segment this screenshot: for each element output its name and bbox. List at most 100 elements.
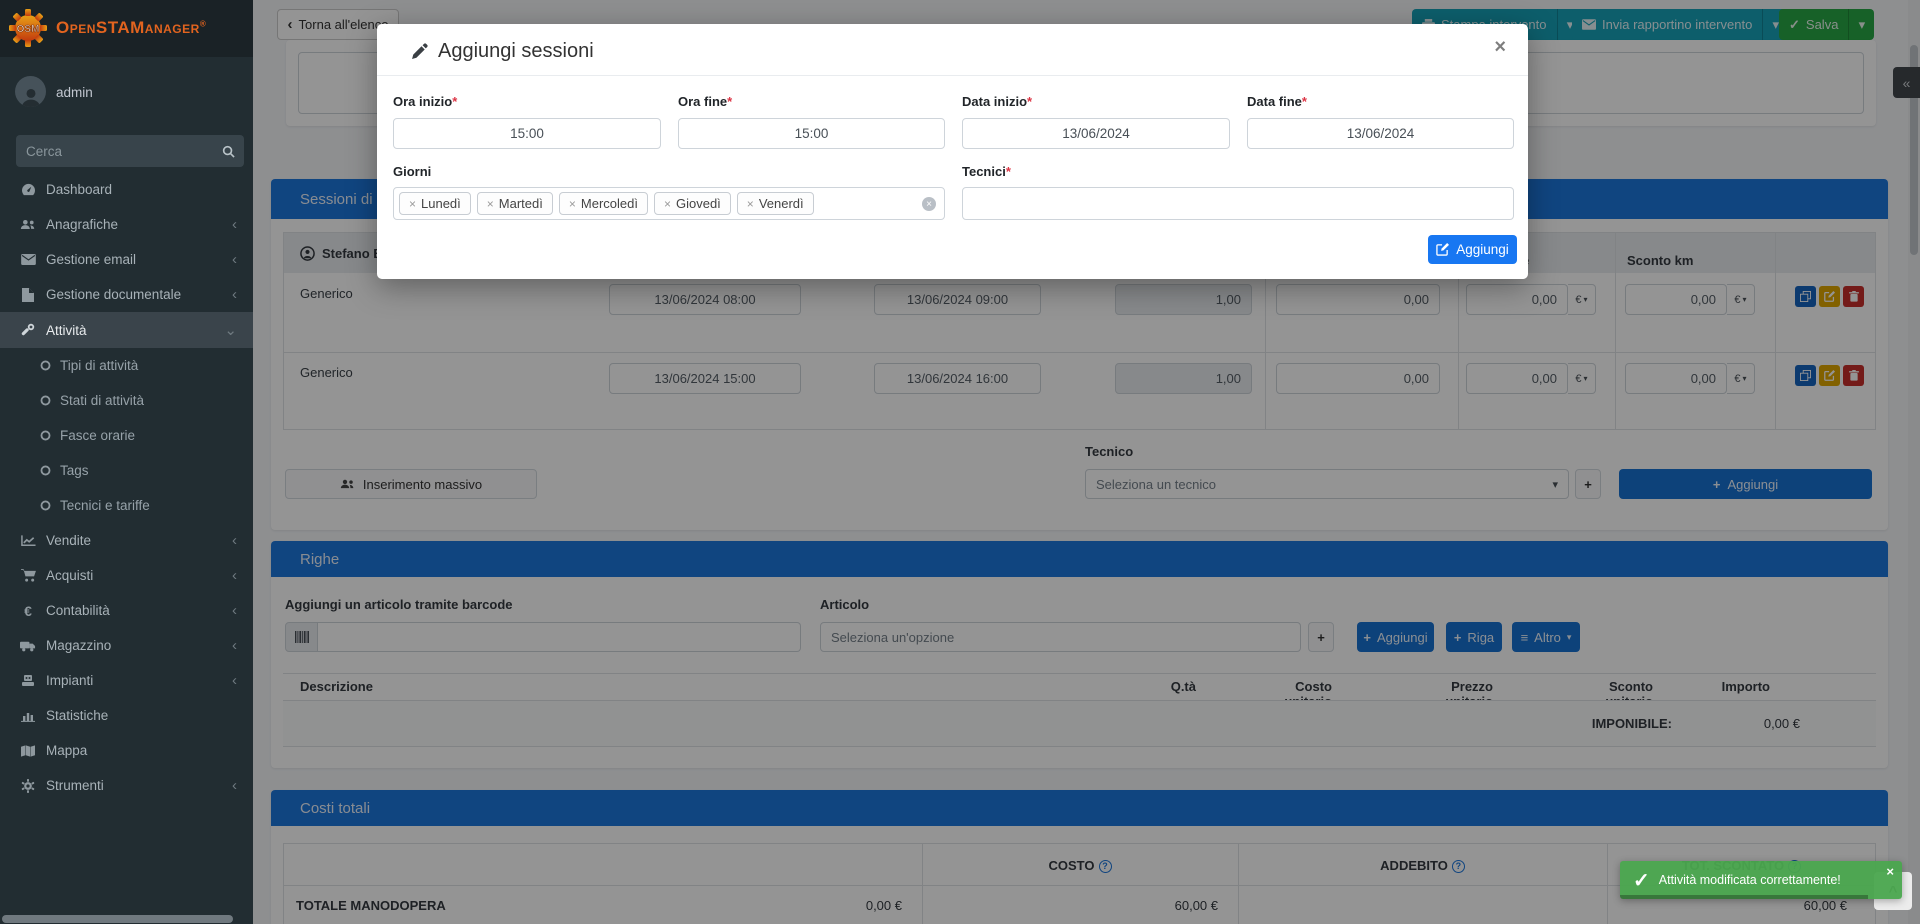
label-text: Data fine [1247, 94, 1302, 109]
search-button[interactable] [213, 135, 244, 167]
remove-tag-icon[interactable]: × [569, 197, 576, 211]
sidebar-item-label: Gestione email [46, 252, 136, 267]
circle-icon [38, 500, 52, 511]
sidebar-item-label: Mappa [46, 743, 87, 758]
tag-label: Venerdì [759, 196, 804, 211]
data-inizio-input[interactable] [962, 118, 1230, 149]
remove-tag-icon[interactable]: × [409, 197, 416, 211]
sidebar-item-mappa[interactable]: Mappa [0, 733, 253, 768]
sidebar-item-dashboard[interactable]: Dashboard [0, 172, 253, 207]
registered-mark: ® [200, 19, 206, 28]
chevron-left-icon: ‹ [232, 286, 237, 303]
sidebar-subitem-tecnici-e-tariffe[interactable]: Tecnici e tariffe [0, 488, 253, 523]
required-mark: * [452, 94, 457, 109]
remove-tag-icon[interactable]: × [487, 197, 494, 211]
sidebar-subitem-label: Stati di attività [60, 393, 144, 408]
wrench-icon [17, 323, 39, 337]
giorni-tag: × Giovedì [654, 192, 731, 215]
sidebar-horizontal-scrollbar[interactable] [2, 915, 233, 923]
chevron-left-icon: ‹ [232, 602, 237, 619]
ora-fine-label: Ora fine* [678, 94, 732, 109]
ora-fine-input[interactable] [678, 118, 945, 149]
modal-submit-button[interactable]: Aggiungi [1428, 235, 1517, 264]
euro-glyph: € [24, 603, 32, 619]
sidebar-item-acquisti[interactable]: Acquisti ‹ [0, 558, 253, 593]
sidebar-item-label: Magazzino [46, 638, 111, 653]
users-icon [17, 218, 39, 231]
pencil-icon [411, 43, 428, 60]
ora-inizio-label: Ora inizio* [393, 94, 457, 109]
check-icon: ✓ [1633, 868, 1650, 893]
sidebar-item-gestione-email[interactable]: Gestione email ‹ [0, 242, 253, 277]
giorni-tag: × Venerdì [737, 192, 814, 215]
data-inizio-label: Data inizio* [962, 94, 1032, 109]
sidebar-item-anagrafiche[interactable]: Anagrafiche ‹ [0, 207, 253, 242]
data-fine-label: Data fine* [1247, 94, 1307, 109]
tecnici-input[interactable] [962, 187, 1514, 220]
add-sessions-modal: Aggiungi sessioni × Ora inizio* Ora fine… [377, 24, 1528, 279]
giorni-tag: × Mercoledì [559, 192, 648, 215]
osm-gear-logo-icon: OSM [8, 8, 48, 48]
circle-icon [38, 430, 52, 441]
chevron-left-icon: ‹ [232, 777, 237, 794]
sidebar-item-label: Strumenti [46, 778, 104, 793]
required-mark: * [1006, 164, 1011, 179]
sidebar-item-magazzino[interactable]: Magazzino ‹ [0, 628, 253, 663]
avatar[interactable] [15, 76, 46, 107]
sidebar-subitem-tipi-di-attivita[interactable]: Tipi di attività [0, 348, 253, 383]
sidebar-item-vendite[interactable]: Vendite ‹ [0, 523, 253, 558]
chart-line-icon [17, 535, 39, 547]
toast-close-button[interactable]: × [1886, 864, 1894, 879]
tag-label: Giovedì [676, 196, 721, 211]
giorni-label: Giorni [393, 164, 431, 179]
sidebar-subitem-fasce-orarie[interactable]: Fasce orarie [0, 418, 253, 453]
sidebar-item-strumenti[interactable]: Strumenti ‹ [0, 768, 253, 803]
remove-tag-icon[interactable]: × [747, 197, 754, 211]
clear-all-icon[interactable]: × [922, 197, 936, 211]
logo-bar[interactable]: OSM OpenSTAManager® [0, 0, 253, 57]
app-title: OpenSTAManager® [56, 18, 206, 38]
sidebar-item-statistiche[interactable]: Statistiche [0, 698, 253, 733]
ora-inizio-input[interactable] [393, 118, 661, 149]
giorni-tag: ×Lunedì [399, 192, 471, 215]
chevron-left-icon: ‹ [232, 216, 237, 233]
euro-icon: € [17, 603, 39, 619]
modal-title-text: Aggiungi sessioni [438, 40, 594, 63]
machine-icon [17, 674, 39, 687]
sidebar: OSM OpenSTAManager® admin Dashboard Anag… [0, 0, 253, 924]
label-text: Tecnici [962, 164, 1006, 179]
modal-close-button[interactable]: × [1494, 36, 1506, 59]
sidebar-item-impianti[interactable]: Impianti ‹ [0, 663, 253, 698]
cart-icon [17, 569, 39, 582]
app-name: OpenSTAManager [56, 18, 200, 37]
sidebar-item-label: Acquisti [46, 568, 93, 583]
person-icon [20, 87, 42, 107]
sidebar-item-label: Contabilità [46, 603, 110, 618]
tag-label: Mercoledì [581, 196, 638, 211]
sidebar-item-attivita[interactable]: Attività ⌄ [0, 312, 253, 348]
toast-progress-bar [1620, 895, 1868, 899]
divider [377, 75, 1528, 76]
required-mark: * [1027, 94, 1032, 109]
sidebar-subitem-label: Fasce orarie [60, 428, 135, 443]
toast-notification: ✓ Attività modificata correttamente! × [1620, 861, 1902, 899]
sidebar-subitem-stati-di-attivita[interactable]: Stati di attività [0, 383, 253, 418]
file-icon [17, 288, 39, 302]
sidebar-subitem-label: Tecnici e tariffe [60, 498, 150, 513]
giorni-multiselect[interactable]: ×Lunedì ×Martedì ×Mercoledì ×Giovedì ×Ve… [393, 187, 945, 220]
toast-message: Attività modificata correttamente! [1659, 873, 1841, 887]
label-text: Ora fine [678, 94, 727, 109]
envelope-icon [17, 254, 39, 265]
sidebar-item-label: Impianti [46, 673, 93, 688]
sidebar-item-gestione-documentale[interactable]: Gestione documentale ‹ [0, 277, 253, 312]
sidebar-subitem-tags[interactable]: Tags [0, 453, 253, 488]
remove-tag-icon[interactable]: × [664, 197, 671, 211]
label-text: Ora inizio [393, 94, 452, 109]
search-input[interactable] [16, 144, 213, 159]
sidebar-item-contabilita[interactable]: € Contabilità ‹ [0, 593, 253, 628]
chevron-left-icon: ‹ [232, 672, 237, 689]
search-icon [222, 145, 235, 158]
chevron-left-icon: ‹ [232, 251, 237, 268]
modal-submit-label: Aggiungi [1456, 242, 1509, 257]
data-fine-input[interactable] [1247, 118, 1514, 149]
